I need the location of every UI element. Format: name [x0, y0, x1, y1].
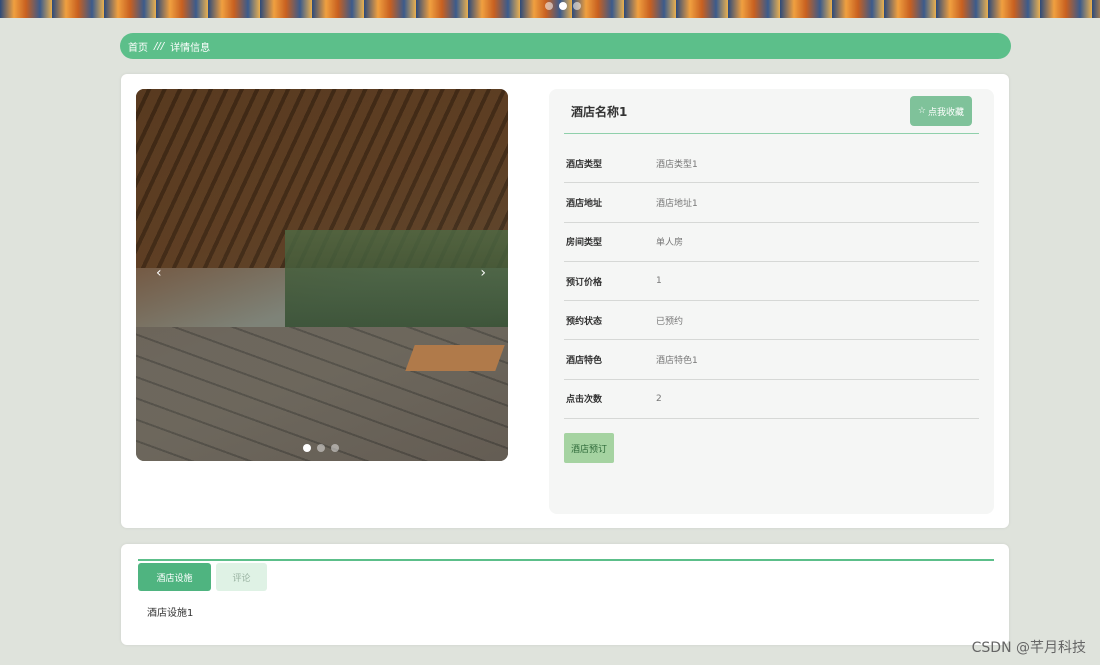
field-label: 房间类型	[566, 238, 603, 249]
breadcrumb-separator: ///	[154, 40, 165, 52]
breadcrumb-home[interactable]: 首页	[128, 39, 148, 54]
star-outline-icon: ☆	[917, 106, 926, 116]
carousel-prev-icon[interactable]: ‹	[156, 265, 162, 281]
carousel-dot[interactable]	[317, 444, 325, 452]
tabs-card: 酒店设施 评论 酒店设施1	[121, 544, 1009, 645]
hotel-field-list: 酒店类型 酒店类型1 酒店地址 酒店地址1 房间类型 单人房 预订价格 1 预约状态 已预…	[564, 144, 979, 420]
book-hotel-button[interactable]: 酒店预订	[564, 433, 615, 463]
field-label: 酒店特色	[566, 356, 603, 367]
carousel-next-icon[interactable]: ›	[480, 265, 486, 281]
hotel-photo-carousel[interactable]: ‹ ›	[136, 89, 508, 461]
field-value: 已预约	[656, 316, 684, 327]
field-value: 2	[656, 393, 662, 404]
tabs-divider	[138, 559, 994, 561]
field-row: 酒店地址 酒店地址1	[564, 183, 979, 223]
field-value: 酒店特色1	[656, 356, 698, 367]
field-row: 预订价格 1	[564, 262, 979, 302]
banner-dot[interactable]	[573, 2, 581, 10]
hotel-name: 酒店名称1	[571, 104, 628, 119]
banner-carousel-dots[interactable]	[545, 2, 581, 10]
hotel-detail-card: ‹ › 酒店名称1 ☆ 点我收藏 酒店类型 酒店类型1 酒店地址 酒店地址1 房间类…	[121, 74, 1009, 528]
field-label: 点击次数	[566, 395, 603, 406]
field-value: 单人房	[656, 238, 684, 249]
field-row: 房间类型 单人房	[564, 223, 979, 262]
carousel-dot-active[interactable]	[303, 444, 311, 452]
field-value: 酒店地址1	[656, 198, 698, 209]
watermark: CSDN @芊月科技	[971, 640, 1086, 656]
breadcrumb-current: 详情信息	[170, 42, 211, 54]
field-label: 预订价格	[566, 277, 603, 288]
field-label: 酒店类型	[566, 159, 603, 170]
carousel-dot[interactable]	[331, 444, 339, 452]
field-row: 酒店类型 酒店类型1	[564, 144, 979, 184]
field-label: 酒店地址	[566, 198, 603, 209]
favorite-button[interactable]: ☆ 点我收藏	[909, 96, 972, 126]
banner-dot[interactable]	[545, 2, 553, 10]
favorite-button-label: 点我收藏	[927, 107, 964, 118]
field-row: 点击次数 2	[564, 380, 979, 420]
top-banner-image	[0, 0, 1100, 18]
field-value: 酒店类型1	[656, 159, 698, 170]
tab-facilities[interactable]: 酒店设施	[138, 563, 211, 591]
hotel-info-panel: 酒店名称1 ☆ 点我收藏 酒店类型 酒店类型1 酒店地址 酒店地址1 房间类型 单人房…	[549, 89, 994, 514]
breadcrumb: 首页 /// 详情信息	[120, 33, 1011, 59]
field-value: 1	[656, 276, 662, 287]
tab-content-text: 酒店设施1	[147, 608, 194, 619]
tab-comments[interactable]: 评论	[216, 563, 267, 591]
banner-dot-active[interactable]	[559, 2, 567, 10]
field-label: 预约状态	[566, 316, 603, 327]
field-row: 预约状态 已预约	[564, 301, 979, 341]
field-row: 酒店特色 酒店特色1	[564, 340, 979, 380]
info-header: 酒店名称1 ☆ 点我收藏	[564, 89, 979, 134]
carousel-dots[interactable]	[303, 444, 339, 452]
